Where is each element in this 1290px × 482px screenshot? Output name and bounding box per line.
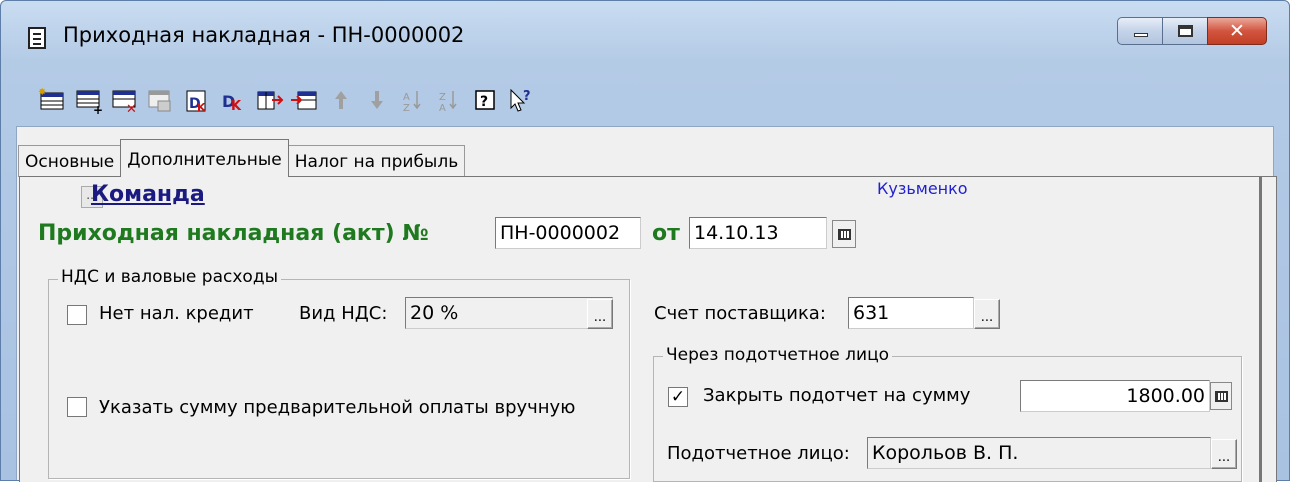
vat-type-label: Вид НДС: (299, 303, 388, 324)
copy-row-icon[interactable] (144, 85, 178, 115)
supplier-account-field[interactable]: 631 (848, 297, 974, 329)
accountable-person-select-button[interactable]: ... (1211, 439, 1237, 469)
help-icon[interactable]: ? (468, 85, 502, 115)
tab-profit-tax[interactable]: Налог на прибыль (287, 145, 466, 177)
supplier-account-select-button[interactable]: ... (974, 299, 1000, 329)
accountable-person-label: Подотчетное лицо: (667, 443, 850, 464)
minimize-icon (1134, 33, 1148, 37)
svg-text:✕: ✕ (126, 102, 137, 115)
document-label: Приходная накладная (акт) № (38, 221, 429, 246)
calendar-icon (838, 229, 851, 240)
move-down-icon[interactable] (360, 85, 394, 115)
delete-row-icon[interactable]: ✕ (108, 85, 142, 117)
close-icon: ✕ (1229, 20, 1245, 42)
close-amount-field[interactable]: 1800.00 (1020, 380, 1210, 412)
no-tax-credit-checkbox[interactable] (67, 305, 87, 325)
date-field[interactable]: 14.10.13 (689, 217, 827, 249)
tab-main[interactable]: Основные (18, 145, 122, 177)
svg-text:K: K (197, 101, 206, 114)
context-help-icon[interactable]: ? (504, 85, 538, 115)
svg-text:K: K (231, 99, 242, 114)
svg-text:A: A (403, 92, 410, 103)
toolbar: ✸ + ✕ DK DK AZ ZA ? ? (36, 83, 540, 117)
window-controls: ✕ (1117, 17, 1267, 45)
svg-text:A: A (439, 103, 446, 114)
maximize-button[interactable] (1162, 17, 1208, 45)
calculator-button[interactable] (1210, 382, 1232, 410)
delete-doc-icon[interactable]: DK (180, 85, 214, 115)
calendar-button[interactable] (832, 220, 856, 248)
sort-desc-icon[interactable]: ZA (432, 85, 466, 115)
calculator-icon (1215, 391, 1228, 402)
move-up-icon[interactable] (324, 85, 358, 115)
command-link[interactable]: Команда (91, 182, 205, 207)
document-number-field[interactable]: ПН-0000002 (495, 217, 641, 249)
window-title: Приходная накладная - ПН-0000002 (63, 23, 465, 47)
tab-additional[interactable]: Дополнительные (120, 139, 289, 177)
no-tax-credit-label: Нет нал. кредит (99, 303, 254, 324)
sort-asc-icon[interactable]: AZ (396, 85, 430, 115)
svg-text:?: ? (480, 94, 488, 110)
vat-type-field[interactable]: 20 % (405, 297, 613, 329)
tab-strip: Основные Дополнительные Налог на прибыль (18, 139, 466, 177)
minimize-button[interactable] (1117, 17, 1163, 45)
insert-column-icon[interactable] (252, 85, 286, 115)
title-bar[interactable]: Приходная накладная - ПН-0000002 ✕ (1, 1, 1289, 63)
document-icon (28, 27, 46, 49)
new-record-icon[interactable]: ✸ (36, 85, 70, 115)
vat-group-legend: НДС и валовые расходы (58, 267, 281, 287)
close-amount-label: Закрыть подотчет на сумму (703, 385, 971, 406)
svg-text:Z: Z (439, 92, 446, 103)
author-label: Кузьменко (877, 179, 968, 198)
vat-type-select-button[interactable]: ... (587, 299, 613, 329)
close-button[interactable]: ✕ (1207, 17, 1267, 45)
date-label: от (652, 221, 680, 246)
add-row-icon[interactable]: + (72, 85, 106, 117)
accountable-group-legend: Через подотчетное лицо (663, 345, 893, 365)
document-window: Приходная накладная - ПН-0000002 ✕ ✸ + ✕… (0, 0, 1290, 482)
svg-text:Z: Z (403, 103, 410, 114)
supplier-account-label: Счет поставщика: (654, 303, 826, 324)
svg-text:?: ? (523, 89, 531, 104)
accountable-person-field[interactable]: Корольов В. П. (867, 437, 1211, 469)
svg-text:✸: ✸ (38, 87, 46, 98)
maximize-icon (1178, 25, 1193, 37)
manual-prepayment-label: Указать сумму предварительной оплаты вру… (99, 397, 576, 418)
manual-prepayment-checkbox[interactable] (67, 397, 87, 417)
unpost-icon[interactable]: DK (216, 85, 250, 115)
svg-text:+: + (93, 103, 103, 115)
insert-row-icon[interactable] (288, 85, 322, 115)
close-amount-checkbox[interactable]: ✓ (668, 387, 688, 407)
